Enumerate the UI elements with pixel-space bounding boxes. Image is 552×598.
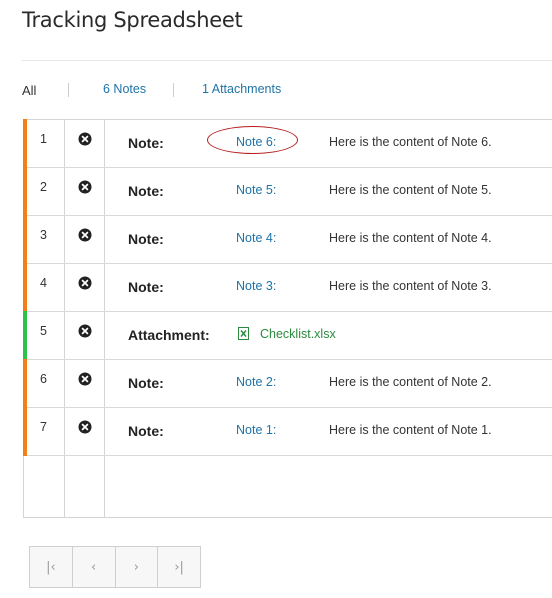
items-table: 1 Note: Note 6: Here is the content of Note… xyxy=(23,119,552,518)
delete-icon[interactable] xyxy=(78,228,92,242)
delete-icon[interactable] xyxy=(78,276,92,290)
table-row: 6 Note: Note 2: Here is the content of Note… xyxy=(23,359,552,408)
prev-page-button[interactable]: ‹ xyxy=(73,547,116,587)
row-number: 1 xyxy=(40,132,47,146)
note-link[interactable]: Note 1: xyxy=(236,423,276,437)
note-link[interactable]: Note 2: xyxy=(236,375,276,389)
note-link[interactable]: Note 3: xyxy=(236,279,276,293)
delete-icon[interactable] xyxy=(78,324,92,338)
row-type-label: Note: xyxy=(128,375,164,391)
note-indicator xyxy=(23,263,27,312)
note-content: Here is the content of Note 4. xyxy=(329,231,492,245)
note-indicator xyxy=(23,407,27,456)
next-page-button[interactable]: › xyxy=(116,547,159,587)
title-divider xyxy=(22,60,552,61)
filter-all[interactable]: All xyxy=(22,83,36,98)
row-type-label: Note: xyxy=(128,183,164,199)
note-link[interactable]: Note 6: xyxy=(236,135,276,149)
note-indicator xyxy=(23,215,27,264)
filter-attachments[interactable]: 1 Attachments xyxy=(202,82,281,96)
row-type-label: Note: xyxy=(128,135,164,151)
table-row: 1 Note: Note 6: Here is the content of Note… xyxy=(23,119,552,168)
attachment-indicator xyxy=(23,311,27,360)
table-row: 5 Attachment: Checklist.xlsx xyxy=(23,311,552,360)
row-number: 3 xyxy=(40,228,47,242)
note-content: Here is the content of Note 5. xyxy=(329,183,492,197)
filter-separator xyxy=(68,83,69,97)
row-type-label: Note: xyxy=(128,231,164,247)
delete-icon[interactable] xyxy=(78,420,92,434)
page: Tracking Spreadsheet All 6 Notes 1 Attac… xyxy=(0,0,552,598)
filter-separator xyxy=(173,83,174,97)
row-number: 2 xyxy=(40,180,47,194)
note-link[interactable]: Note 4: xyxy=(236,231,276,245)
delete-icon[interactable] xyxy=(78,372,92,386)
row-number: 7 xyxy=(40,420,47,434)
table-row: 4 Note: Note 3: Here is the content of Note… xyxy=(23,263,552,312)
row-number: 4 xyxy=(40,276,47,290)
note-indicator xyxy=(23,359,27,408)
note-link[interactable]: Note 5: xyxy=(236,183,276,197)
row-type-label: Note: xyxy=(128,279,164,295)
page-title: Tracking Spreadsheet xyxy=(22,8,243,32)
note-content: Here is the content of Note 6. xyxy=(329,135,492,149)
note-indicator xyxy=(23,167,27,216)
row-number: 6 xyxy=(40,372,47,386)
excel-file-icon xyxy=(238,327,249,340)
table-row: 7 Note: Note 1: Here is the content of Note… xyxy=(23,407,552,456)
row-number: 5 xyxy=(40,324,47,338)
attachment-link[interactable]: Checklist.xlsx xyxy=(260,327,336,341)
row-type-label: Note: xyxy=(128,423,164,439)
row-type-label: Attachment: xyxy=(128,327,210,343)
note-content: Here is the content of Note 1. xyxy=(329,423,492,437)
filter-notes[interactable]: 6 Notes xyxy=(103,82,146,96)
delete-icon[interactable] xyxy=(78,180,92,194)
pagination: |‹ ‹ › ›| xyxy=(29,546,201,588)
last-page-button[interactable]: ›| xyxy=(158,547,200,587)
first-page-button[interactable]: |‹ xyxy=(30,547,73,587)
delete-icon[interactable] xyxy=(78,132,92,146)
note-content: Here is the content of Note 3. xyxy=(329,279,492,293)
note-indicator xyxy=(23,119,27,168)
table-row: 3 Note: Note 4: Here is the content of Note… xyxy=(23,215,552,264)
note-content: Here is the content of Note 2. xyxy=(329,375,492,389)
table-row: 2 Note: Note 5: Here is the content of Note… xyxy=(23,167,552,216)
